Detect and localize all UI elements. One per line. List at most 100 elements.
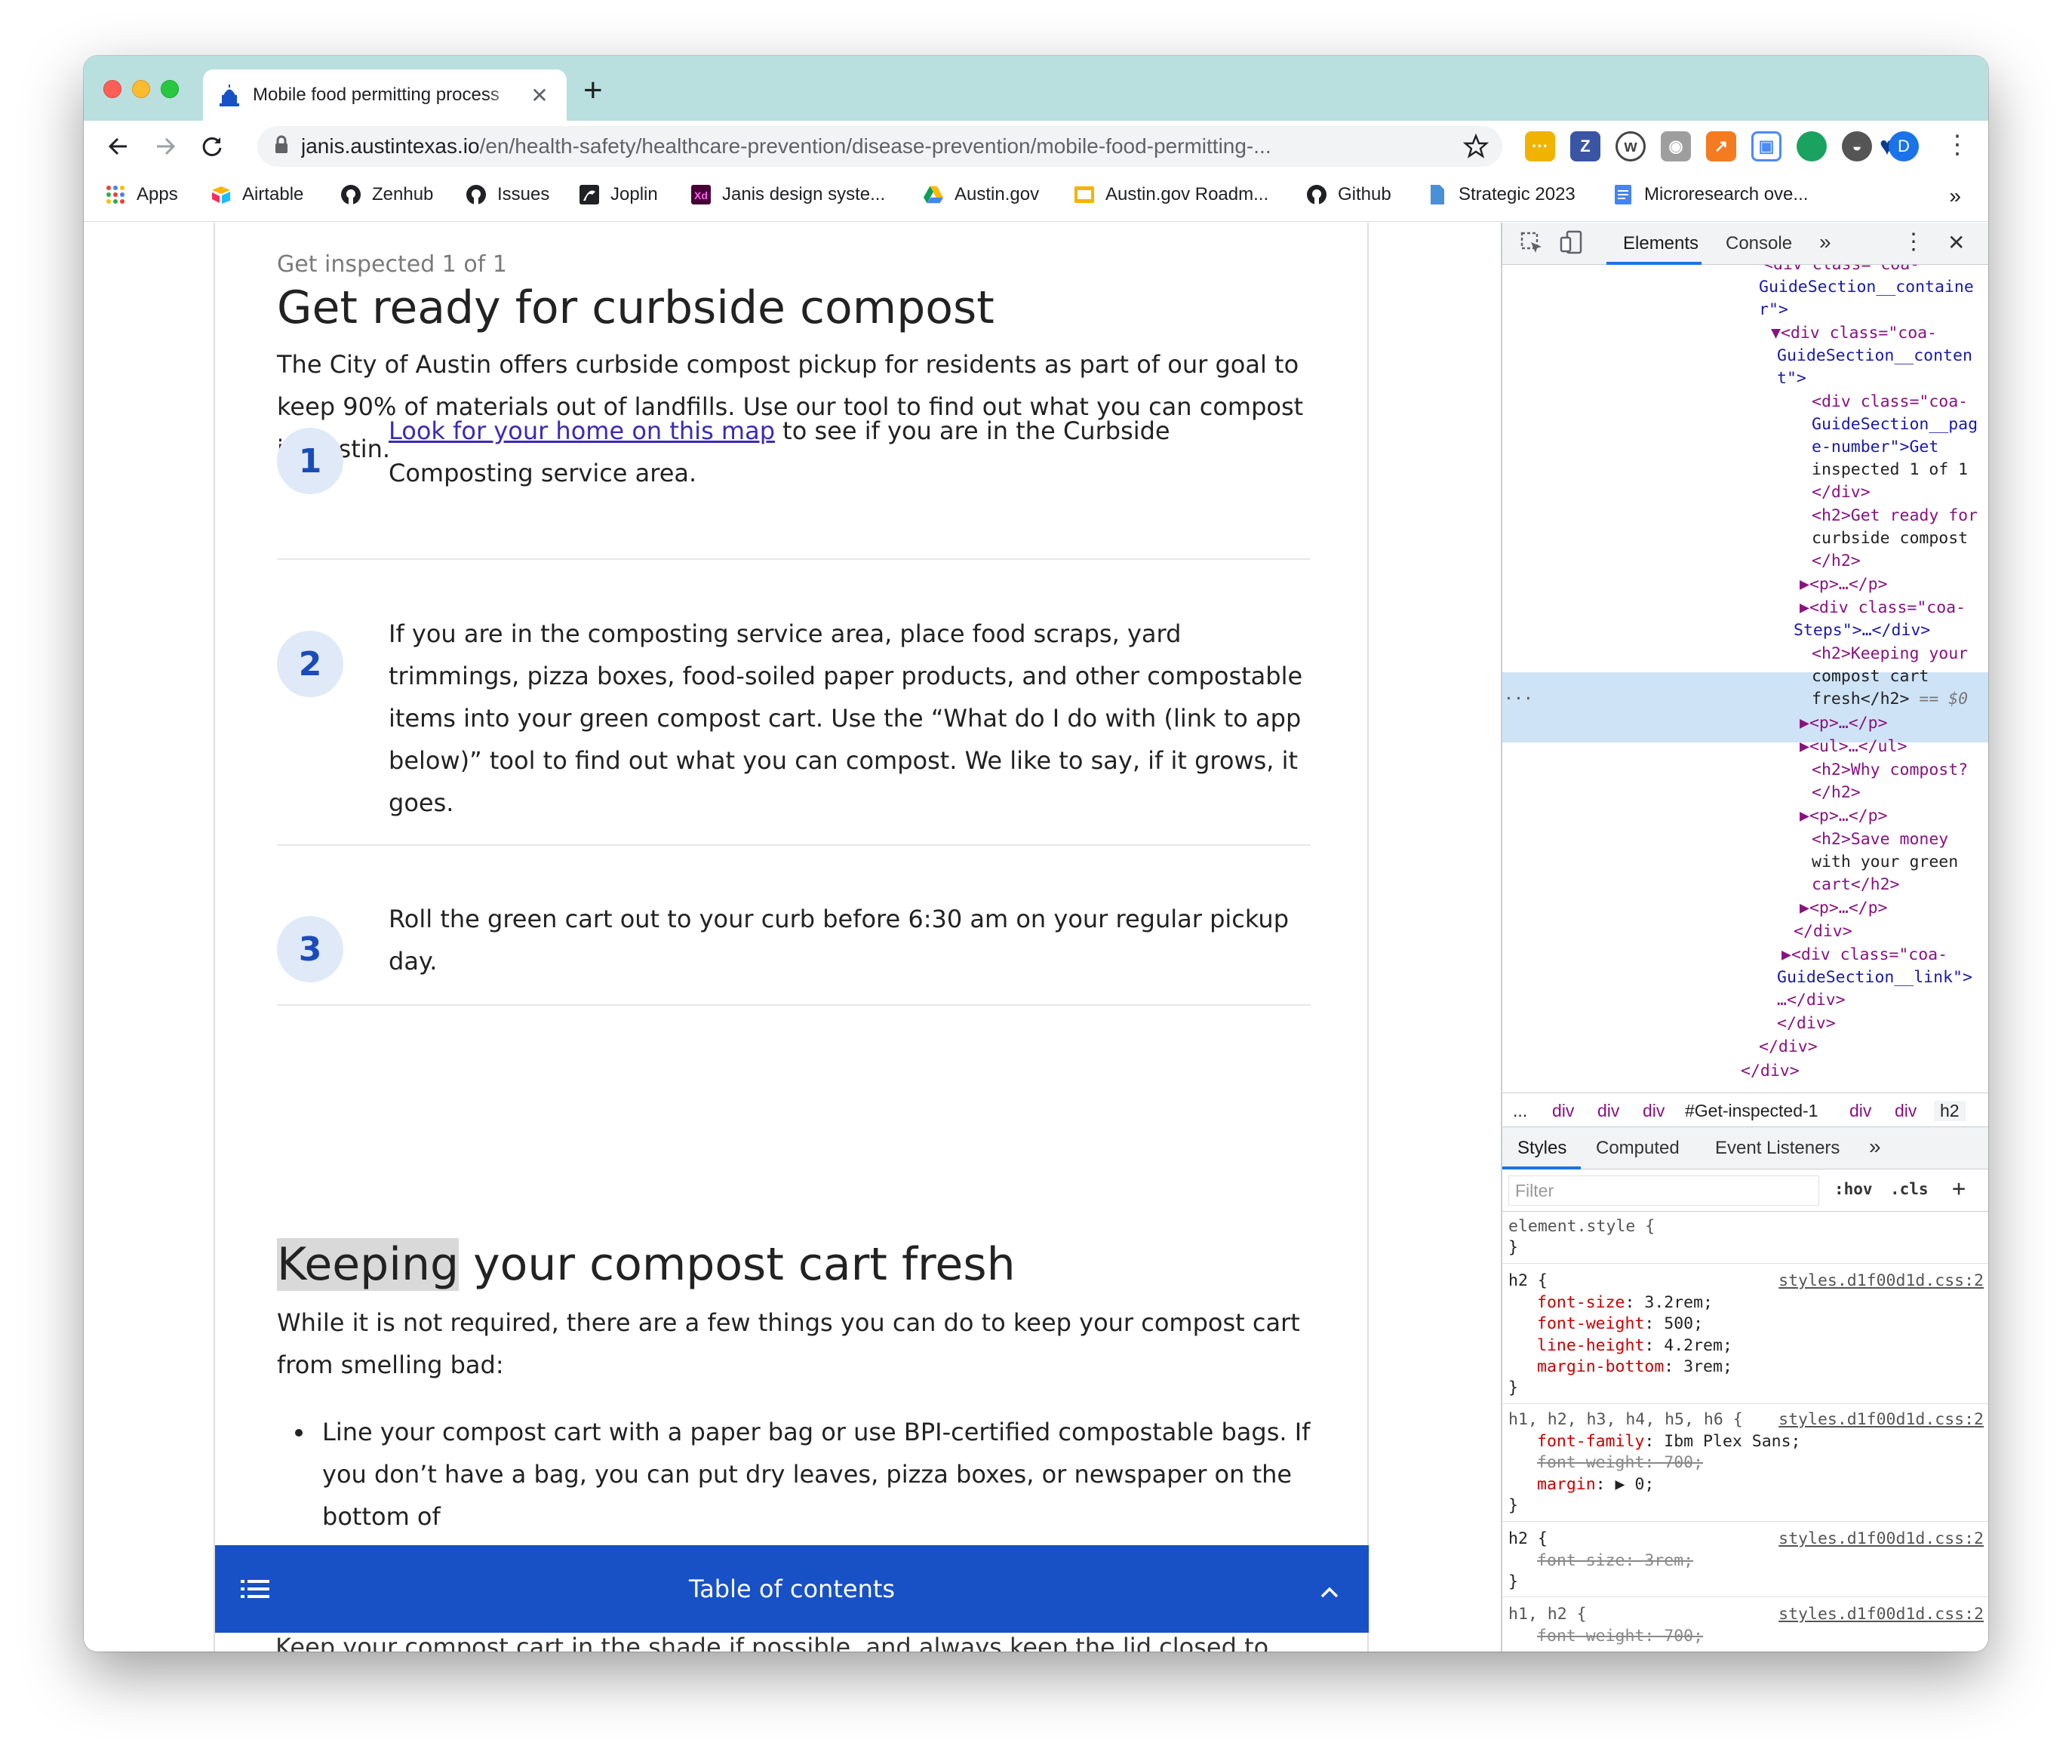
dom-line[interactable]: Steps">…</div>: [1794, 619, 1930, 642]
dom-line[interactable]: r">: [1759, 298, 1788, 321]
element-style-selector[interactable]: element.style {: [1508, 1216, 1655, 1238]
breadcrumb-item[interactable]: div: [1895, 1101, 1917, 1121]
extension-dots-icon[interactable]: ···: [1525, 131, 1555, 161]
rule-source-link[interactable]: styles.d1f00d1d.css:2: [1778, 1409, 1984, 1431]
node-actions-icon[interactable]: ...: [1504, 683, 1533, 706]
dom-line[interactable]: GuideSection__pag: [1812, 413, 1978, 436]
dom-line[interactable]: </div>: [1812, 481, 1871, 504]
browser-tab[interactable]: Mobile food permitting process ✕: [203, 69, 567, 121]
bookmark-issues[interactable]: Issues: [466, 184, 549, 205]
breadcrumb-item[interactable]: div: [1849, 1101, 1871, 1121]
mask-extension-icon[interactable]: ◒: [1842, 131, 1872, 161]
css-declaration-overridden[interactable]: font-weight: 700;: [1537, 1626, 1703, 1648]
dom-line[interactable]: ▶<p>…</p>: [1800, 896, 1888, 920]
more-bookmarks-chevron-icon[interactable]: »: [1949, 184, 1961, 208]
camera-icon[interactable]: ◉: [1661, 131, 1691, 161]
close-tab-icon[interactable]: ✕: [529, 83, 550, 108]
rule-selector[interactable]: h1, h2 {: [1508, 1604, 1587, 1626]
bookmark-janis-design[interactable]: Xd Janis design syste...: [690, 184, 885, 205]
address-bar[interactable]: janis.austintexas.io/en/health-safety/he…: [257, 126, 1502, 167]
bookmark-joplin[interactable]: Joplin: [579, 184, 658, 205]
dom-line[interactable]: <div class="coa-: [1763, 265, 1920, 276]
hov-toggle[interactable]: :hov: [1834, 1180, 1873, 1198]
css-declaration-overridden[interactable]: font-size: 3rem;: [1537, 1550, 1693, 1572]
dom-line[interactable]: </div>: [1777, 1012, 1836, 1035]
dom-line[interactable]: </div>: [1794, 920, 1852, 943]
breadcrumb-item[interactable]: div: [1643, 1101, 1665, 1121]
dom-line[interactable]: </div>: [1741, 1059, 1800, 1083]
more-tabs-chevron-icon[interactable]: »: [1819, 230, 1831, 254]
dom-line[interactable]: ▼<div class="coa-: [1771, 321, 1937, 345]
breadcrumb-item-current[interactable]: h2: [1934, 1101, 1966, 1121]
dom-line[interactable]: t">: [1777, 367, 1806, 390]
bookmark-apps[interactable]: Apps: [105, 184, 178, 205]
css-declaration-overridden[interactable]: font-weight: 700;: [1537, 1452, 1703, 1474]
rule-selector[interactable]: h2 {: [1508, 1271, 1548, 1292]
dom-line[interactable]: </h2>: [1812, 549, 1861, 573]
chat-extension-icon[interactable]: [1797, 131, 1827, 161]
dom-line[interactable]: ▶<p>…</p>: [1800, 711, 1888, 735]
dom-line[interactable]: <div class="coa-: [1812, 390, 1968, 413]
new-style-rule-icon[interactable]: +: [1952, 1175, 1966, 1202]
css-declaration[interactable]: margin: ▶ 0;: [1537, 1474, 1654, 1496]
bookmark-airtable[interactable]: Airtable: [211, 184, 303, 205]
dom-line[interactable]: e-number">Get: [1812, 435, 1938, 459]
reload-button[interactable]: [194, 128, 230, 164]
bookmark-microresearch[interactable]: Microresearch ove...: [1612, 184, 1808, 205]
dom-line[interactable]: <h2>Save money: [1812, 828, 1948, 851]
rule-source-link[interactable]: styles.d1f00d1d.css:2: [1778, 1529, 1984, 1550]
minimize-window-button[interactable]: [132, 80, 150, 98]
rule-source-link[interactable]: styles.d1f00d1d.css:2: [1778, 1271, 1984, 1292]
tab-console[interactable]: Console: [1726, 233, 1792, 254]
dom-line[interactable]: GuideSection__link">: [1777, 966, 1972, 989]
bookmark-github[interactable]: Github: [1306, 184, 1391, 205]
rule-selector[interactable]: h1, h2, h3, h4, h5, h6 {: [1508, 1409, 1743, 1431]
screen-extension-icon[interactable]: ▣: [1751, 131, 1781, 161]
bookmark-zenhub[interactable]: Zenhub: [340, 184, 433, 205]
new-tab-button[interactable]: +: [583, 74, 603, 107]
dom-line[interactable]: …</div>: [1777, 988, 1846, 1012]
dom-line[interactable]: GuideSection__conten: [1777, 344, 1972, 367]
inspect-element-icon[interactable]: [1520, 232, 1543, 260]
dom-line[interactable]: ▶<p>…</p>: [1800, 573, 1888, 596]
dom-line[interactable]: ▶<ul>…</ul>: [1800, 735, 1907, 758]
close-devtools-icon[interactable]: ✕: [1947, 230, 1965, 255]
dom-line[interactable]: fresh</h2> == $0: [1812, 687, 1968, 711]
cls-toggle[interactable]: .cls: [1890, 1180, 1929, 1198]
forward-button[interactable]: [147, 128, 183, 164]
css-declaration[interactable]: font-family: Ibm Plex Sans;: [1537, 1431, 1801, 1453]
table-of-contents-button[interactable]: Table of contents: [215, 1545, 1369, 1633]
tab-styles[interactable]: Styles: [1517, 1138, 1566, 1159]
maximize-window-button[interactable]: [161, 80, 179, 98]
dom-line[interactable]: ▶<p>…</p>: [1800, 804, 1888, 828]
device-toolbar-icon[interactable]: [1560, 230, 1582, 260]
extension-z-icon[interactable]: Z: [1570, 131, 1600, 161]
breadcrumb-item[interactable]: #Get-inspected-1: [1685, 1101, 1818, 1121]
breadcrumb-item[interactable]: div: [1552, 1101, 1574, 1121]
dom-line[interactable]: compost cart: [1812, 665, 1929, 688]
dom-line[interactable]: <h2>Why compost?: [1812, 758, 1968, 782]
dom-line[interactable]: ▶<div class="coa-: [1800, 596, 1966, 619]
dom-line[interactable]: with your green: [1812, 850, 1958, 874]
devtools-menu-icon[interactable]: ⋮: [1902, 229, 1925, 255]
rule-selector[interactable]: h2 {: [1508, 1529, 1548, 1550]
dom-line[interactable]: <h2>Get ready for: [1812, 504, 1978, 527]
breadcrumb-item[interactable]: div: [1597, 1101, 1619, 1121]
tab-event-listeners[interactable]: Event Listeners: [1715, 1138, 1840, 1159]
extension-w-icon[interactable]: w: [1615, 131, 1646, 161]
dom-line[interactable]: GuideSection__containe: [1759, 275, 1974, 299]
dom-line[interactable]: </h2>: [1812, 781, 1861, 804]
dom-line[interactable]: ▶<div class="coa-: [1781, 943, 1947, 967]
back-button[interactable]: [100, 128, 137, 164]
map-link[interactable]: Look for your home on this map: [389, 416, 775, 445]
chrome-menu-icon[interactable]: ⋮: [1944, 130, 1970, 160]
css-declaration[interactable]: font-weight: 500;: [1537, 1314, 1703, 1335]
close-window-button[interactable]: [103, 80, 121, 98]
css-declaration[interactable]: font-size: 3.2rem;: [1537, 1292, 1713, 1314]
chart-extension-icon[interactable]: ↗: [1706, 131, 1736, 161]
tab-elements[interactable]: Elements: [1623, 233, 1698, 254]
css-declaration[interactable]: margin-bottom: 3rem;: [1537, 1357, 1732, 1378]
bookmark-strategic-2023[interactable]: Strategic 2023: [1427, 184, 1576, 205]
dom-line[interactable]: </div>: [1759, 1035, 1818, 1059]
styles-filter-input[interactable]: Filter: [1508, 1175, 1819, 1206]
